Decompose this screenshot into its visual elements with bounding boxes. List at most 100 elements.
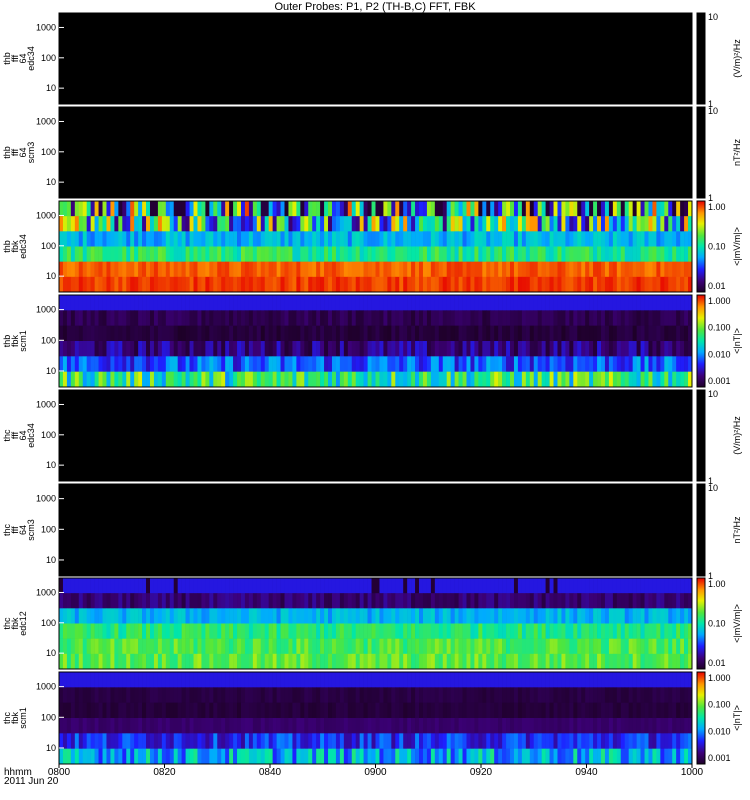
heatmap-cell — [237, 201, 242, 217]
heatmap-cell — [130, 687, 135, 703]
heatmap-cell — [138, 201, 143, 217]
heatmap-cell — [66, 325, 72, 342]
heatmap-cell — [138, 356, 143, 372]
heatmap-cell — [419, 341, 424, 357]
heatmap-cell — [157, 371, 163, 388]
heatmap-cell — [169, 356, 175, 372]
heatmap-cell — [237, 748, 242, 765]
heatmap-cell — [209, 325, 214, 342]
heatmap-cell — [569, 687, 574, 703]
heatmap-cell — [478, 356, 483, 372]
heatmap-cell — [347, 593, 353, 609]
heatmap-cell — [624, 295, 629, 311]
heatmap-cell — [217, 201, 222, 217]
heatmap-cell — [169, 310, 175, 326]
heatmap-cell — [165, 341, 171, 357]
heatmap-cell — [422, 216, 428, 232]
heatmap-cell — [628, 231, 633, 247]
heatmap-cell — [339, 341, 345, 357]
heatmap-cell — [561, 261, 566, 278]
heatmap-cell — [632, 608, 637, 624]
heatmap-cell — [399, 246, 404, 262]
heatmap-cell — [225, 623, 230, 639]
heatmap-cell — [664, 608, 669, 624]
heatmap-cell — [284, 356, 289, 372]
heatmap-cell — [201, 638, 206, 655]
heatmap-cell — [434, 341, 440, 357]
heatmap-cell — [419, 578, 424, 594]
heatmap-cell — [446, 325, 451, 342]
heatmap-cell — [565, 718, 570, 734]
heatmap-cell — [209, 216, 214, 232]
heatmap-cell — [411, 310, 416, 326]
heatmap-cell — [383, 593, 388, 609]
heatmap-cell — [78, 246, 84, 262]
heatmap-cell — [122, 623, 127, 639]
heatmap-cell — [134, 653, 139, 670]
heatmap-cell — [189, 246, 194, 262]
heatmap-cell — [240, 201, 246, 217]
heatmap-cell — [272, 748, 277, 765]
heatmap-cell — [94, 718, 99, 734]
heatmap-cell — [324, 672, 329, 688]
heatmap-cell — [636, 371, 641, 388]
heatmap-cell — [407, 623, 412, 639]
heatmap-cell — [510, 310, 515, 326]
heatmap-cell — [498, 578, 503, 594]
heatmap-cell — [490, 276, 495, 293]
heatmap-cell — [430, 246, 436, 262]
heatmap-cell — [146, 638, 151, 655]
heatmap-cell — [256, 653, 262, 670]
heatmap-cell — [478, 702, 483, 719]
heatmap-cell — [391, 623, 396, 639]
heatmap-cell — [233, 201, 238, 217]
heatmap-cell — [130, 325, 135, 342]
heatmap-cell — [62, 216, 68, 232]
heatmap-cell — [153, 231, 159, 247]
heatmap-cell — [426, 718, 432, 734]
heatmap-cell — [324, 702, 329, 719]
heatmap-cell — [680, 341, 685, 357]
heatmap-cell — [343, 216, 349, 232]
heatmap-cell — [308, 748, 313, 765]
heatmap-cell — [553, 623, 558, 639]
heatmap-cell — [561, 733, 566, 749]
heatmap-cell — [110, 687, 115, 703]
heatmap-cell — [217, 733, 222, 749]
heatmap-cell — [450, 295, 455, 311]
colorbar-tick-label: 1.00 — [708, 579, 726, 589]
heatmap-cell — [292, 672, 297, 688]
heatmap-cell — [422, 356, 428, 372]
heatmap-cell — [668, 623, 673, 639]
heatmap-cell — [632, 623, 637, 639]
heatmap-cell — [652, 748, 657, 765]
heatmap-cell — [403, 593, 408, 609]
heatmap-cell — [272, 672, 277, 688]
heatmap-cell — [407, 246, 412, 262]
heatmap-cell — [225, 672, 230, 688]
heatmap-cell — [411, 733, 416, 749]
heatmap-cell — [525, 578, 531, 594]
heatmap-cell — [668, 718, 673, 734]
heatmap-cell — [438, 276, 444, 293]
heatmap-cell — [118, 231, 123, 247]
heatmap-cell — [664, 276, 669, 293]
heatmap-cell — [347, 623, 353, 639]
heatmap-cell — [407, 718, 412, 734]
heatmap-cell — [94, 325, 99, 342]
heatmap-cell — [430, 201, 436, 217]
heatmap-cell — [486, 623, 491, 639]
heatmap-cell — [248, 276, 254, 293]
heatmap-cell — [434, 231, 440, 247]
heatmap-cell — [324, 341, 329, 357]
x-tick-label: 0920 — [470, 767, 493, 778]
heatmap-cell — [585, 356, 590, 372]
heatmap-cell — [328, 653, 333, 670]
heatmap-cell — [260, 733, 266, 749]
heatmap-cell — [498, 295, 503, 311]
heatmap-cell — [300, 341, 305, 357]
heatmap-cell — [237, 718, 242, 734]
heatmap-cell — [339, 608, 345, 624]
heatmap-cell — [316, 623, 321, 639]
heatmap-cell — [545, 672, 550, 688]
